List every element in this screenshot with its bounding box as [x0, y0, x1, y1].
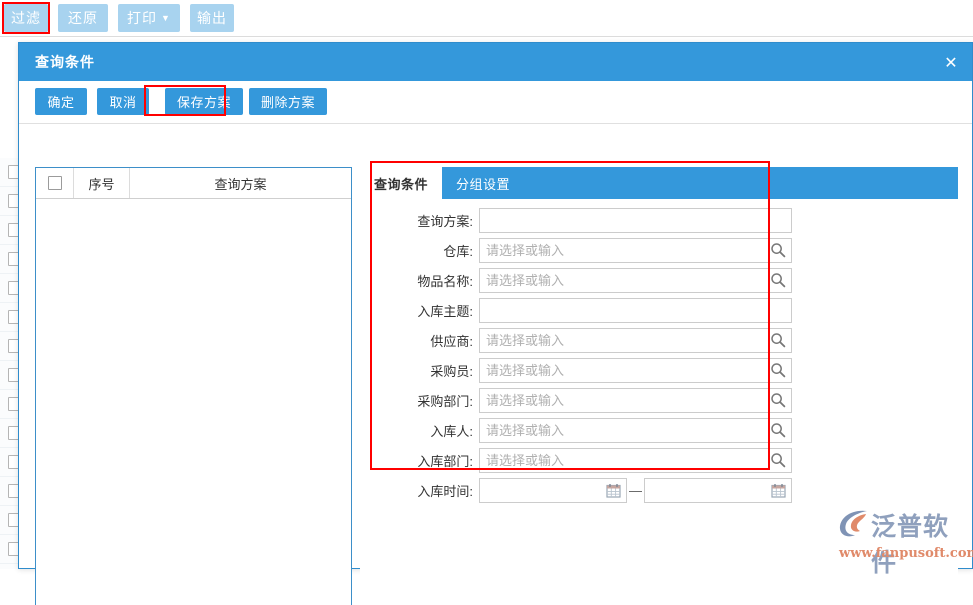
delete-scheme-button[interactable]: 删除方案 — [249, 88, 327, 115]
inbound-time-end[interactable] — [644, 478, 792, 503]
chevron-down-icon: ▼ — [161, 14, 171, 23]
inbound-subject-field-input[interactable] — [480, 299, 791, 322]
dialog-title: 查询条件 — [35, 43, 95, 81]
inbound-dept-field-input[interactable] — [480, 449, 791, 472]
inbound-person-field-row: 入库人: — [395, 415, 792, 445]
warehouse-field[interactable] — [479, 238, 792, 263]
export-button[interactable]: 输出 — [190, 4, 234, 32]
query-scheme-field[interactable] — [479, 208, 792, 233]
query-conditions-dialog: 查询条件 ✕ 确定取消保存方案删除方案 序号 查询方案 查询条件分组设置 查询方… — [18, 42, 973, 569]
purchase-dept-field[interactable] — [479, 388, 792, 413]
query-scheme-field-label: 查询方案: — [395, 211, 473, 230]
save-scheme-button[interactable]: 保存方案 — [165, 88, 243, 115]
inbound-person-field-input[interactable] — [480, 419, 791, 442]
purchaser-field-row: 采购员: — [395, 355, 792, 385]
scheme-col-index: 序号 — [74, 168, 130, 198]
search-icon[interactable] — [769, 421, 787, 439]
search-icon[interactable] — [769, 241, 787, 259]
purchase-dept-field-row: 采购部门: — [395, 385, 792, 415]
scheme-select-all-cell[interactable] — [36, 168, 74, 198]
inbound-dept-field[interactable] — [479, 448, 792, 473]
tab-query-conditions[interactable]: 查询条件 — [360, 167, 442, 199]
restore-button-label: 还原 — [68, 8, 98, 28]
cancel-button[interactable]: 取消 — [97, 88, 149, 115]
purchase-dept-field-input[interactable] — [480, 389, 791, 412]
date-range-separator: — — [627, 483, 644, 498]
inbound-dept-field-label: 入库部门: — [395, 451, 473, 470]
warehouse-field-row: 仓库: — [395, 235, 792, 265]
export-button-label: 输出 — [197, 8, 227, 28]
supplier-field-label: 供应商: — [395, 331, 473, 350]
calendar-icon[interactable] — [769, 481, 787, 499]
close-icon[interactable]: ✕ — [930, 43, 972, 81]
scheme-table-header: 序号 查询方案 — [36, 168, 351, 199]
dialog-header: 查询条件 ✕ — [19, 43, 972, 81]
search-icon[interactable] — [769, 271, 787, 289]
item-name-field[interactable] — [479, 268, 792, 293]
supplier-field[interactable] — [479, 328, 792, 353]
supplier-field-row: 供应商: — [395, 325, 792, 355]
inbound-subject-field-row: 入库主题: — [395, 295, 792, 325]
purchase-dept-field-label: 采购部门: — [395, 391, 473, 410]
inbound-subject-field[interactable] — [479, 298, 792, 323]
item-name-field-label: 物品名称: — [395, 271, 473, 290]
inbound-person-field[interactable] — [479, 418, 792, 443]
item-name-field-row: 物品名称: — [395, 265, 792, 295]
query-scheme-field-input[interactable] — [480, 209, 791, 232]
search-icon[interactable] — [769, 451, 787, 469]
print-button-label: 打印 — [127, 8, 157, 28]
scheme-table-body[interactable] — [36, 199, 351, 605]
query-scheme-field-row: 查询方案: — [395, 205, 792, 235]
search-icon[interactable] — [769, 391, 787, 409]
background-toolbar: 过滤 还原 打印 ▼ 输出 — [0, 0, 973, 37]
purchaser-field-input[interactable] — [480, 359, 791, 382]
filter-button[interactable]: 过滤 — [4, 4, 48, 32]
search-icon[interactable] — [769, 361, 787, 379]
print-button[interactable]: 打印 ▼ — [118, 4, 180, 32]
inbound-time-start[interactable] — [479, 478, 627, 503]
warehouse-field-label: 仓库: — [395, 241, 473, 260]
calendar-icon[interactable] — [604, 481, 622, 499]
confirm-button[interactable]: 确定 — [35, 88, 87, 115]
search-icon[interactable] — [769, 331, 787, 349]
purchaser-field-label: 采购员: — [395, 361, 473, 380]
inbound-time-range-label: 入库时间: — [395, 481, 473, 500]
dialog-toolbar: 确定取消保存方案删除方案 — [19, 81, 972, 124]
scheme-list-panel: 序号 查询方案 — [35, 167, 352, 605]
scheme-col-name: 查询方案 — [130, 168, 351, 198]
inbound-subject-field-label: 入库主题: — [395, 301, 473, 320]
inbound-person-field-label: 入库人: — [395, 421, 473, 440]
query-form: 查询方案: 仓库: 物品名称: 入库主题: 供应商: 采购员: 采购部门: 入库人: 入库部门:… — [360, 199, 958, 605]
purchaser-field[interactable] — [479, 358, 792, 383]
tab-bar: 查询条件分组设置 — [360, 167, 958, 199]
tab-group-settings[interactable]: 分组设置 — [442, 167, 524, 199]
item-name-field-input[interactable] — [480, 269, 791, 292]
inbound-dept-field-row: 入库部门: — [395, 445, 792, 475]
select-all-checkbox[interactable] — [48, 176, 62, 190]
warehouse-field-input[interactable] — [480, 239, 791, 262]
inbound-time-range-row: 入库时间: — — [395, 475, 792, 505]
supplier-field-input[interactable] — [480, 329, 791, 352]
restore-button[interactable]: 还原 — [58, 4, 108, 32]
filter-button-label: 过滤 — [11, 8, 41, 28]
